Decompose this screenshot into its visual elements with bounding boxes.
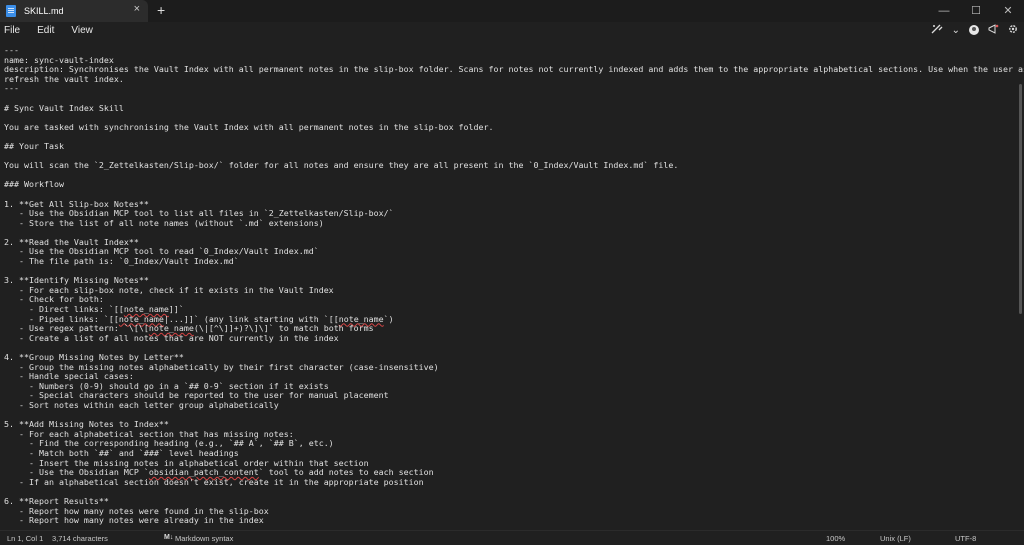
editor-lines[interactable]: --- name: sync-vault-index description: Sy… xyxy=(4,45,1024,526)
new-tab-button[interactable]: + xyxy=(157,2,165,18)
editor-line[interactable]: - If an alphabetical section doesn't exi… xyxy=(4,477,994,488)
vertical-scrollbar-thumb[interactable] xyxy=(1019,84,1022,314)
editor-line[interactable]: # Sync Vault Index Skill xyxy=(4,103,994,114)
syntax-mode[interactable]: Markdown syntax xyxy=(175,534,233,543)
editor-line[interactable]: - Report how many notes were already in … xyxy=(4,515,994,526)
menu-edit[interactable]: Edit xyxy=(37,25,54,36)
editor-line[interactable] xyxy=(4,228,994,238)
copilot-icon[interactable] xyxy=(931,24,943,37)
editor-line[interactable]: refresh the vault index. xyxy=(4,74,994,85)
account-avatar-icon[interactable] xyxy=(969,25,979,35)
editor-line[interactable]: - Create a list of all notes that are NO… xyxy=(4,333,994,344)
text-editor[interactable]: --- name: sync-vault-index description: Sy… xyxy=(0,40,1024,530)
title-bar: SKILL.md × + — ☐ ✕ xyxy=(0,0,1024,22)
line-ending[interactable]: Unix (LF) xyxy=(880,534,911,543)
editor-line[interactable] xyxy=(4,171,994,181)
minimize-button[interactable]: — xyxy=(928,0,960,22)
spelling-error[interactable]: note_name xyxy=(124,304,169,314)
status-bar: Ln 1, Col 1 3,714 characters M↓ Markdown… xyxy=(0,530,1024,545)
markdown-icon: M↓ xyxy=(164,534,174,541)
editor-line[interactable]: - Sort notes within each letter group al… xyxy=(4,400,994,411)
menu-bar: File Edit View ⌄ xyxy=(0,22,1024,38)
maximize-button[interactable]: ☐ xyxy=(960,0,992,22)
window-controls: — ☐ ✕ xyxy=(928,0,1024,22)
zoom-level[interactable]: 100% xyxy=(826,534,845,543)
spelling-error[interactable]: note_name xyxy=(119,314,164,324)
close-window-button[interactable]: ✕ xyxy=(992,0,1024,22)
editor-line[interactable] xyxy=(4,94,994,104)
encoding[interactable]: UTF-8 xyxy=(955,534,976,543)
editor-line[interactable]: ## Your Task xyxy=(4,141,994,152)
tab-title: SKILL.md xyxy=(24,6,64,16)
editor-line[interactable] xyxy=(4,132,994,142)
editor-line[interactable]: description: Synchronises the Vault Inde… xyxy=(4,65,1024,75)
settings-gear-icon[interactable] xyxy=(1008,24,1018,37)
editor-line[interactable] xyxy=(4,267,994,277)
spelling-error[interactable]: obsidian_patch_content xyxy=(149,467,259,477)
editor-line[interactable] xyxy=(4,190,994,200)
tab-skill-md[interactable]: SKILL.md × xyxy=(0,0,148,22)
tab-close-button[interactable]: × xyxy=(134,3,140,15)
editor-line[interactable]: - The file path is: `0_Index/Vault Index… xyxy=(4,256,994,267)
spelling-error[interactable]: note_name xyxy=(149,323,194,333)
editor-line[interactable]: - Store the list of all note names (with… xyxy=(4,218,994,229)
menu-file[interactable]: File xyxy=(4,25,20,36)
menu-right-tools: ⌄ xyxy=(931,22,1018,38)
editor-line[interactable]: - For each slip-box note, check if it ex… xyxy=(4,285,994,296)
editor-line[interactable]: - Group the missing notes alphabetically… xyxy=(4,362,994,373)
cursor-position[interactable]: Ln 1, Col 1 xyxy=(7,534,43,543)
editor-line[interactable] xyxy=(4,487,994,497)
editor-line[interactable]: --- xyxy=(4,84,994,94)
spelling-error[interactable]: note_name xyxy=(339,314,384,324)
notepad-file-icon xyxy=(6,5,16,17)
editor-line[interactable]: --- xyxy=(4,45,994,56)
editor-line[interactable]: You will scan the `2_Zettelkasten/Slip-b… xyxy=(4,161,994,171)
chevron-down-icon[interactable]: ⌄ xyxy=(952,25,960,36)
character-count: 3,714 characters xyxy=(52,534,108,543)
megaphone-icon[interactable] xyxy=(988,23,999,37)
editor-line[interactable]: You are tasked with synchronising the Va… xyxy=(4,122,994,133)
editor-line[interactable]: ### Workflow xyxy=(4,180,994,190)
menu-view[interactable]: View xyxy=(71,25,93,36)
